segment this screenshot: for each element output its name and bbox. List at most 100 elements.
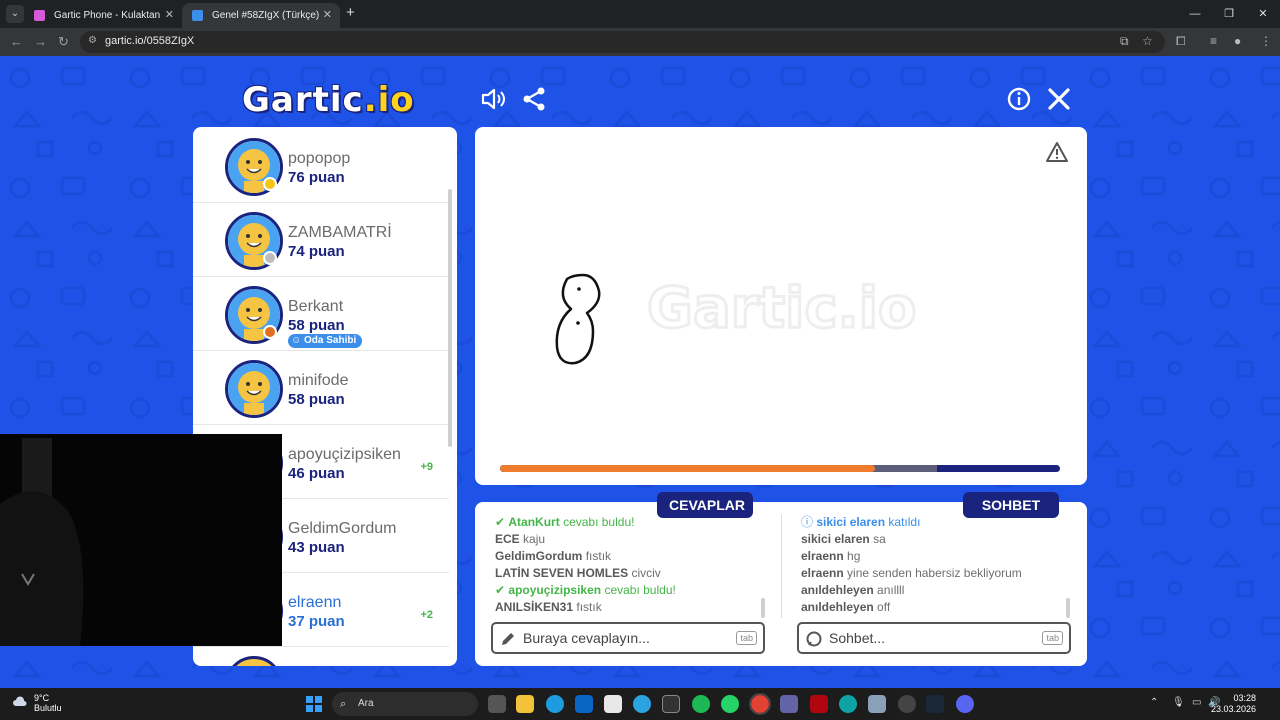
player-score: 46 puan <box>288 465 345 482</box>
game-area: Gartic.io popopop 76 puan ZAMBAMATRİ 74 pua… <box>0 56 1280 688</box>
extensions-icon[interactable]: ⧠ <box>1176 34 1186 49</box>
message-text: hg <box>847 549 861 563</box>
answers-scrollbar[interactable] <box>761 598 765 618</box>
install-icon[interactable]: ⧉ <box>1120 34 1129 49</box>
player-score: 76 puan <box>288 169 345 186</box>
browser-tab-gartic-phone[interactable]: Gartic Phone - Kulaktan Kulağa ✕ <box>24 3 182 28</box>
close-tab-icon[interactable]: ✕ <box>165 3 174 28</box>
drawing-canvas[interactable]: Gartic.io <box>475 127 1087 485</box>
browser-tabstrip: ⌄ Gartic Phone - Kulaktan Kulağa ✕ Genel… <box>0 0 1280 28</box>
answer-input-box[interactable]: tab <box>491 622 765 654</box>
reload-icon[interactable]: ↻ <box>58 34 69 50</box>
tray-chevron-up-icon[interactable]: ⌃ <box>1150 697 1158 708</box>
message-line: LATİN SEVEN HOMLES civciv <box>495 565 765 582</box>
network-icon[interactable]: ▭ <box>1192 697 1201 708</box>
owner-label: Oda Sahibi <box>304 335 357 346</box>
message-line: ✔ apoyuçizipsiken cevabı buldu! <box>495 582 765 599</box>
canvas-drawing: Gartic.io <box>555 273 918 365</box>
players-scrollbar[interactable] <box>448 189 452 447</box>
message-user: AtanKurt <box>508 515 560 529</box>
taskbar-clock[interactable]: 03:28 23.03.2026 <box>1211 693 1256 715</box>
message-user: GeldimGordum <box>495 549 583 563</box>
info-icon[interactable] <box>1006 86 1032 112</box>
start-button[interactable] <box>306 696 322 712</box>
site-info-icon[interactable]: ⚙ <box>88 35 97 46</box>
task-view-icon[interactable] <box>488 695 506 713</box>
microphone-icon[interactable]: 🎙 <box>1172 697 1185 708</box>
weather-temp: 9°C <box>34 693 50 703</box>
window-controls: — ❐ ✕ <box>1178 0 1280 28</box>
timer-bar-fill <box>500 465 876 472</box>
chat-tab-hint: tab <box>1042 631 1063 645</box>
browser-menu-icon[interactable]: ⋮ <box>1260 34 1272 48</box>
close-window-icon[interactable]: ✕ <box>1246 0 1280 28</box>
telegram-icon[interactable] <box>633 695 651 713</box>
close-tab-icon[interactable]: ✕ <box>323 3 332 28</box>
chat-scrollbar[interactable] <box>1066 598 1070 618</box>
forward-arrow-icon[interactable]: → <box>34 34 47 49</box>
player-name: popopop <box>288 150 351 167</box>
gartic-logo: Gartic.io <box>242 80 415 120</box>
bookmark-star-icon[interactable]: ☆ <box>1142 34 1153 48</box>
clock-time: 03:28 <box>1233 693 1256 703</box>
address-bar[interactable]: ⚙ gartic.io/0558ZIgX <box>80 31 1165 53</box>
minimize-icon[interactable]: — <box>1178 0 1212 28</box>
chat-input[interactable] <box>829 629 1029 647</box>
message-text: yine senden habersiz bekliyorum <box>847 566 1022 580</box>
discord-icon[interactable] <box>956 695 974 713</box>
message-text: fıstık <box>576 600 602 614</box>
answers-messages: ✔ AtanKurt cevabı buldu! ECE kaju GeldimGo… <box>495 514 765 616</box>
store-icon[interactable] <box>604 695 622 713</box>
netflix-icon[interactable] <box>810 695 828 713</box>
maximize-icon[interactable]: ❐ <box>1212 0 1246 28</box>
message-line: elraenn yine senden habersiz bekliyorum <box>801 565 1071 582</box>
player-row[interactable]: popopop 76 puan <box>193 129 449 203</box>
browser-toolbar: ← → ↻ ⚙ gartic.io/0558ZIgX ⧉ ☆ ⧠ ≡ ● ⋮ <box>0 28 1280 56</box>
player-row[interactable]: Berkant 58 puan ☺ Oda Sahibi <box>193 277 449 351</box>
gartic-phone-favicon-icon <box>34 10 45 21</box>
player-row[interactable]: ZAMBAMATRİ 74 puan <box>193 203 449 277</box>
chat-messages: ⓘ sikici elaren katıldı sikici elaren sa e… <box>801 514 1071 616</box>
message-line: GeldimGordum fıstık <box>495 548 765 565</box>
message-user: sikici elaren <box>801 532 870 546</box>
teams-icon[interactable] <box>780 695 798 713</box>
whatsapp-icon[interactable] <box>721 695 739 713</box>
message-user: anıldehleyen <box>801 600 874 614</box>
edge-dev-icon[interactable] <box>839 695 857 713</box>
chat-input-box[interactable]: tab <box>797 622 1071 654</box>
steam-icon[interactable] <box>926 695 944 713</box>
answers-chat-panel: ✔ AtanKurt cevabı buldu! ECE kaju GeldimGo… <box>475 502 1087 666</box>
edge-browser-icon[interactable] <box>546 695 564 713</box>
url-text: gartic.io/0558ZIgX <box>105 35 195 47</box>
reading-list-icon[interactable]: ≡ <box>1210 34 1217 48</box>
room-owner-badge: ☺ Oda Sahibi <box>288 334 363 348</box>
app-icon[interactable] <box>898 695 916 713</box>
share-icon[interactable] <box>521 86 547 112</box>
player-row-partial[interactable] <box>193 647 449 666</box>
taskbar-search-label: Ara <box>358 698 374 709</box>
browser-tab-gartic-io[interactable]: Genel #58ZIgX (Türkçe) - G ✕ <box>182 3 340 28</box>
round-timer-bar <box>500 465 1060 472</box>
file-explorer-icon[interactable] <box>516 695 534 713</box>
taskbar-search[interactable]: ⌕ Ara <box>332 692 478 716</box>
answer-input[interactable] <box>523 629 723 647</box>
tab-search-button[interactable]: ⌄ <box>6 5 24 23</box>
answer-tab-hint: tab <box>736 631 757 645</box>
sound-speaker-icon[interactable] <box>480 86 506 112</box>
report-warning-icon[interactable] <box>1045 141 1069 163</box>
settings-gear-icon[interactable] <box>868 695 886 713</box>
weather-condition: Bulutlu <box>34 703 62 713</box>
back-arrow-icon[interactable]: ← <box>10 34 23 49</box>
terminal-icon[interactable] <box>662 695 680 713</box>
canvas-watermark: Gartic.io <box>647 276 916 341</box>
spotify-icon[interactable] <box>692 695 710 713</box>
chat-heading: SOHBET <box>963 492 1059 518</box>
player-bonus: +9 <box>420 461 433 473</box>
new-tab-button[interactable]: + <box>346 4 355 21</box>
profile-icon[interactable]: ● <box>1234 34 1241 48</box>
outlook-icon[interactable] <box>575 695 593 713</box>
player-row[interactable]: minifode 58 puan <box>193 351 449 425</box>
player-score: 58 puan <box>288 317 345 334</box>
exit-close-icon[interactable] <box>1046 86 1072 112</box>
chrome-icon[interactable] <box>749 693 771 715</box>
